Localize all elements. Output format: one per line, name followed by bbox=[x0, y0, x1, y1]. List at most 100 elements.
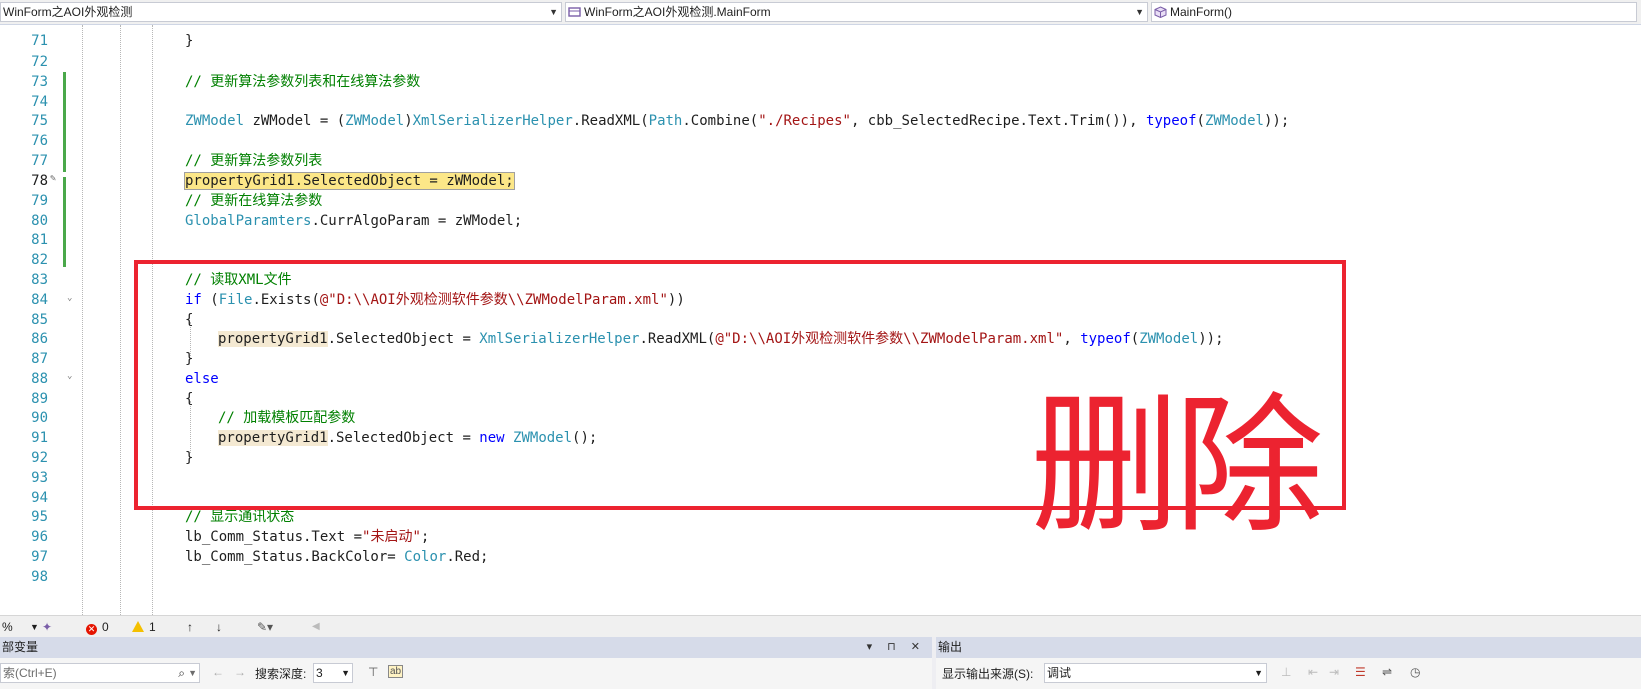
code-editor[interactable]: ✎ ⌄ ⌄ 71 72 73 74 75 76 77 78 79 80 81 8… bbox=[0, 25, 1641, 615]
code-text: .Red; bbox=[446, 549, 489, 565]
method-cube-icon bbox=[1154, 6, 1167, 18]
search-depth-label: 搜索深度: bbox=[255, 667, 307, 681]
line-number: 89 bbox=[31, 391, 48, 407]
back-arrow-icon[interactable]: ← bbox=[212, 665, 224, 679]
line-number: 76 bbox=[31, 133, 48, 149]
search-depth-value: 3 bbox=[316, 666, 323, 680]
type-name: ZWModel bbox=[345, 113, 405, 129]
locals-search-input[interactable]: 索(Ctrl+E) ⌕ ▼ bbox=[0, 663, 200, 683]
type-name: Color bbox=[404, 549, 447, 565]
string-literal: "./Recipes" bbox=[758, 113, 851, 129]
code-line-79: // 更新在线算法参数 bbox=[185, 191, 322, 211]
scroll-left-icon[interactable]: ◀ bbox=[312, 619, 320, 635]
member-dropdown-label: MainForm() bbox=[1170, 5, 1232, 19]
annotation-delete-text: 删除 bbox=[1030, 380, 1324, 554]
line-number: 94 bbox=[31, 490, 48, 506]
search-placeholder: 索(Ctrl+E) bbox=[3, 666, 57, 680]
code-text: .CurrAlgoParam = zWModel; bbox=[311, 213, 523, 229]
output-panel-title: 输出 bbox=[938, 640, 963, 654]
line-number: 81 bbox=[31, 232, 48, 248]
type-name: ZWModel bbox=[1204, 113, 1264, 129]
arrow-down-icon[interactable]: ↓ bbox=[216, 619, 222, 635]
line-number: 97 bbox=[31, 549, 48, 565]
type-name: Path bbox=[648, 113, 683, 129]
string-literal: "未启动" bbox=[362, 529, 421, 545]
chevron-down-icon[interactable]: ▼ bbox=[1254, 664, 1263, 682]
code-cleanup-icon[interactable]: ✎▾ bbox=[257, 619, 273, 635]
code-text: zWModel = ( bbox=[244, 113, 346, 129]
pin-icon[interactable]: ⊤ bbox=[368, 665, 378, 679]
line-number: 73 bbox=[31, 74, 48, 90]
warning-icon bbox=[132, 621, 144, 632]
fold-collapse-icon[interactable]: ⌄ bbox=[67, 293, 72, 303]
code-line-75: ZWModel zWModel = (ZWModel)XmlSerializer… bbox=[185, 111, 1289, 131]
indent-guide bbox=[82, 25, 83, 615]
error-count[interactable]: ✕ 0 bbox=[86, 619, 109, 635]
navigation-bar: WinForm之AOI外观检测 ▼ WinForm之AOI外观检测.MainFo… bbox=[0, 0, 1641, 25]
previous-message-icon[interactable]: ⇤ bbox=[1308, 665, 1318, 679]
output-source-value: 调试 bbox=[1047, 666, 1072, 680]
keyword: typeof bbox=[1145, 113, 1197, 129]
clear-all-icon[interactable]: ☰ bbox=[1355, 665, 1366, 679]
line-number: 80 bbox=[31, 213, 48, 229]
line-number: 79 bbox=[31, 193, 48, 209]
error-icon: ✕ bbox=[86, 624, 97, 635]
brace: } bbox=[185, 33, 194, 49]
comment: // 更新在线算法参数 bbox=[185, 193, 323, 209]
zoom-level[interactable]: % bbox=[2, 619, 13, 635]
type-name: GlobalParamters bbox=[185, 213, 312, 229]
code-text: lb_Comm_Status.Text = bbox=[185, 529, 363, 545]
panel-controls[interactable]: ▾ ⊓ ✕ bbox=[867, 637, 926, 658]
line-number: 72 bbox=[31, 54, 48, 70]
chevron-down-icon[interactable]: ▼ bbox=[30, 619, 39, 635]
search-depth-select[interactable]: 3 ▼ bbox=[313, 663, 353, 683]
line-number: 91 bbox=[31, 430, 48, 446]
code-line-71: } bbox=[185, 31, 193, 51]
line-number: 93 bbox=[31, 470, 48, 486]
change-indicator bbox=[63, 72, 66, 172]
comment: // 更新算法参数列表 bbox=[185, 153, 323, 169]
line-number: 74 bbox=[31, 94, 48, 110]
comment: // 显示通讯状态 bbox=[185, 509, 295, 525]
locals-panel-header[interactable]: 部变量 ▾ ⊓ ✕ bbox=[0, 637, 932, 658]
code-text: , cbb_SelectedRecipe.Text.Trim()), bbox=[850, 113, 1146, 129]
line-number: 71 bbox=[31, 33, 48, 49]
project-dropdown[interactable]: WinForm之AOI外观检测 ▼ bbox=[0, 2, 562, 22]
intellicode-icon[interactable]: ✦ bbox=[42, 619, 52, 635]
arrow-up-icon[interactable]: ↑ bbox=[187, 619, 193, 635]
line-number: 88 bbox=[31, 371, 48, 387]
output-source-select[interactable]: 调试 ▼ bbox=[1044, 663, 1267, 683]
class-icon bbox=[568, 7, 581, 17]
bottom-tool-windows: 部变量 ▾ ⊓ ✕ 索(Ctrl+E) ⌕ ▼ ← → 搜索深度: 3 ▼ ⊤ … bbox=[0, 637, 1641, 689]
project-dropdown-label: WinForm之AOI外观检测 bbox=[3, 5, 133, 19]
code-text: ( bbox=[1196, 113, 1205, 129]
selected-code[interactable]: propertyGrid1.SelectedObject = zWModel; bbox=[184, 172, 515, 190]
type-name: XmlSerializerHelper bbox=[412, 113, 573, 129]
next-message-icon[interactable]: ⇥ bbox=[1329, 665, 1339, 679]
editor-status-strip: % ▼ ✦ ✕ 0 1 ↑ ↓ ✎▾ ◀ bbox=[0, 615, 1641, 637]
line-number: 87 bbox=[31, 351, 48, 367]
line-number: 84 bbox=[31, 292, 48, 308]
find-message-icon[interactable]: ⊥ bbox=[1281, 665, 1291, 679]
view-string-icon[interactable]: ab bbox=[388, 665, 404, 678]
code-text: )); bbox=[1263, 113, 1290, 129]
locals-panel-toolbar: 索(Ctrl+E) ⌕ ▼ ← → 搜索深度: 3 ▼ ⊤ ab bbox=[0, 658, 932, 689]
line-number: 90 bbox=[31, 410, 48, 426]
comment: // 更新算法参数列表和在线算法参数 bbox=[185, 74, 421, 90]
search-icon[interactable]: ⌕ bbox=[178, 664, 185, 682]
class-dropdown[interactable]: WinForm之AOI外观检测.MainForm ▼ bbox=[565, 2, 1148, 22]
warning-count-value: 1 bbox=[149, 620, 156, 634]
output-panel-header[interactable]: 输出 bbox=[936, 637, 1641, 658]
member-dropdown[interactable]: MainForm() bbox=[1151, 2, 1637, 22]
line-number: 95 bbox=[31, 509, 48, 525]
fold-collapse-icon[interactable]: ⌄ bbox=[67, 371, 72, 381]
clock-icon[interactable]: ◷ bbox=[1410, 665, 1420, 679]
warning-count[interactable]: 1 bbox=[132, 619, 156, 635]
chevron-down-icon[interactable]: ▼ bbox=[341, 664, 350, 682]
line-number: 92 bbox=[31, 450, 48, 466]
code-line-80: GlobalParamters.CurrAlgoParam = zWModel; bbox=[185, 211, 522, 231]
word-wrap-icon[interactable]: ⇌ bbox=[1382, 665, 1392, 679]
forward-arrow-icon[interactable]: → bbox=[234, 665, 246, 679]
chevron-down-icon[interactable]: ▼ bbox=[188, 664, 197, 682]
chevron-down-icon: ▼ bbox=[549, 7, 558, 17]
